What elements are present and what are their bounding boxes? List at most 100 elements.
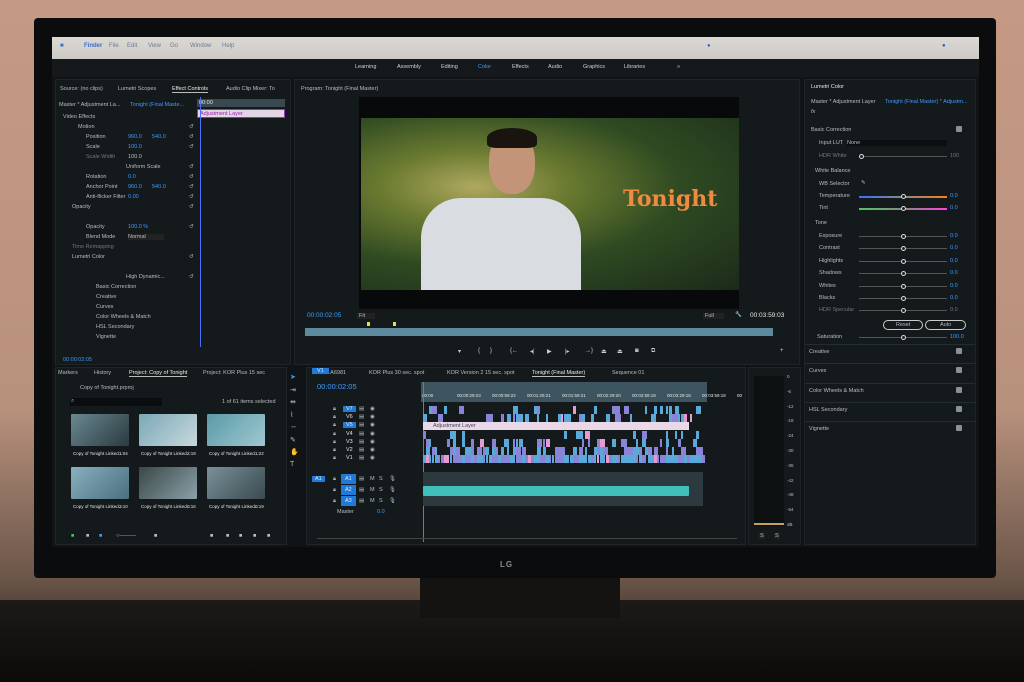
tab-1[interactable]: Lumetri Scopes (118, 86, 156, 92)
clip[interactable] (696, 430, 700, 439)
clip[interactable] (432, 455, 435, 464)
clip[interactable] (456, 447, 461, 455)
effect-value[interactable]: 0.0 (128, 174, 136, 180)
apple-icon[interactable]: ■ (60, 43, 64, 49)
lumetri-sequence-link[interactable]: Tonight (Final Master) * Adjustm... (885, 99, 968, 105)
clip[interactable] (429, 438, 432, 447)
time-ruler[interactable] (421, 382, 707, 402)
sync-icon[interactable]: ▤ (359, 422, 364, 428)
go-out-button[interactable]: →} (585, 348, 593, 354)
folder-icon[interactable]: ■ (239, 533, 242, 539)
menu-finder[interactable]: Finder (84, 43, 102, 49)
clip[interactable] (471, 447, 475, 455)
sequence-tab[interactable]: KOR Plus 30 sec. spot (369, 370, 424, 376)
clip[interactable] (579, 447, 584, 455)
input-lut-select[interactable]: None (847, 140, 947, 146)
reset-effect-icon[interactable]: ↺ (189, 174, 194, 180)
clip[interactable] (561, 447, 565, 455)
clip[interactable] (678, 438, 681, 447)
clip[interactable] (675, 406, 680, 414)
sync-icon[interactable]: ▤ (359, 414, 364, 420)
clip[interactable] (543, 438, 546, 447)
sync-icon[interactable]: ▤ (359, 476, 364, 482)
clip[interactable] (480, 438, 485, 447)
clip[interactable] (591, 414, 595, 423)
lumetri-master-select[interactable]: Master * Adjustment Layer (811, 99, 876, 105)
clip[interactable] (669, 406, 673, 414)
tint-slider[interactable] (901, 206, 906, 211)
slip-tool-icon[interactable]: ↔ (290, 423, 297, 430)
clip[interactable] (573, 447, 577, 455)
tone-slider-value[interactable]: 0.0 (950, 258, 958, 264)
reset-effect-icon[interactable]: ↺ (189, 134, 194, 140)
track-label[interactable]: A3 (341, 496, 356, 506)
go-in-button[interactable]: {← (510, 348, 518, 354)
effect-row-label[interactable]: Motion (78, 124, 95, 130)
export-frame-button[interactable]: ◙ (635, 348, 639, 354)
clip[interactable] (480, 447, 483, 455)
clip[interactable] (579, 430, 584, 439)
lock-icon[interactable]: 🔒︎ (333, 439, 336, 446)
project-search-input[interactable]: ⌕ (70, 398, 162, 406)
clip[interactable] (516, 447, 521, 455)
clip[interactable] (633, 430, 637, 439)
clip[interactable] (453, 430, 456, 439)
clip[interactable] (582, 438, 585, 447)
effect-row-label[interactable]: Creative (96, 294, 116, 300)
mute-button[interactable]: M (370, 487, 375, 493)
clip[interactable] (459, 406, 464, 414)
basic-correction-checkbox[interactable] (956, 126, 962, 132)
timeline-timecode[interactable]: 00:00:02:05 (317, 382, 357, 391)
tone-slider-value[interactable]: 0.0 (950, 307, 958, 313)
saturation-value[interactable]: 100.0 (950, 334, 964, 340)
lock-icon[interactable]: 🔒︎ (333, 498, 336, 505)
clip[interactable] (537, 438, 542, 447)
project-tab[interactable]: Project: Copy of Tonight (129, 370, 188, 377)
clip[interactable] (612, 438, 617, 447)
effect-row-label[interactable]: Opacity (72, 204, 91, 210)
selection-tool-icon[interactable]: ➤ (290, 373, 296, 381)
audio-clip[interactable] (423, 486, 689, 496)
lumetri-section-header[interactable]: Curves (809, 368, 826, 374)
lock-icon[interactable]: 🔒︎ (333, 447, 336, 454)
icon-view-icon[interactable]: ■ (99, 533, 102, 539)
tone-slider-value[interactable]: 0.0 (950, 283, 958, 289)
lock-icon[interactable]: 🔒︎ (333, 406, 336, 413)
type-tool-icon[interactable]: T (290, 461, 294, 468)
section-checkbox[interactable] (956, 386, 962, 393)
marker-button[interactable]: ▾ (458, 348, 461, 355)
clip[interactable] (444, 406, 448, 414)
solo-button[interactable]: S (379, 498, 383, 504)
clip-thumbnail[interactable] (207, 414, 265, 446)
sync-icon[interactable]: ▤ (359, 487, 364, 493)
clip[interactable] (501, 414, 505, 423)
workspace-editing[interactable]: Editing (441, 64, 458, 70)
temperature-slider[interactable] (901, 194, 906, 199)
clip[interactable] (447, 455, 450, 464)
sequence-tab[interactable]: Tonight (Final Master) (532, 370, 586, 377)
zoom-fit-select[interactable]: Fit (357, 313, 376, 319)
clip[interactable] (678, 414, 680, 423)
tone-slider-value[interactable]: 0.0 (950, 295, 958, 301)
menu-go[interactable]: Go (170, 43, 178, 49)
zoom-slider[interactable]: ○——— (116, 533, 136, 539)
menu-window[interactable]: Window (190, 43, 211, 49)
clip[interactable] (585, 447, 588, 455)
clip[interactable] (645, 406, 648, 414)
effect-row-label[interactable]: Color Wheels & Match (96, 314, 151, 320)
sync-icon[interactable]: ▤ (359, 406, 364, 412)
tone-slider-knob[interactable] (901, 308, 906, 314)
track-label[interactable]: V3 (343, 439, 356, 445)
mute-button[interactable]: M (370, 476, 375, 482)
pen-tool-icon[interactable]: ✎ (290, 436, 296, 444)
extract-button[interactable]: ⏏ (617, 348, 623, 355)
clip[interactable] (432, 406, 437, 414)
clip[interactable] (582, 414, 585, 423)
program-timecode[interactable]: 00:00:02:05 (307, 312, 341, 319)
playhead[interactable] (200, 97, 201, 347)
reset-effect-icon[interactable]: ↺ (189, 204, 194, 210)
track-label[interactable]: V1 (343, 455, 356, 461)
clip[interactable] (606, 414, 610, 423)
new-item-icon[interactable]: ■ (253, 533, 256, 539)
clip[interactable] (462, 430, 466, 439)
